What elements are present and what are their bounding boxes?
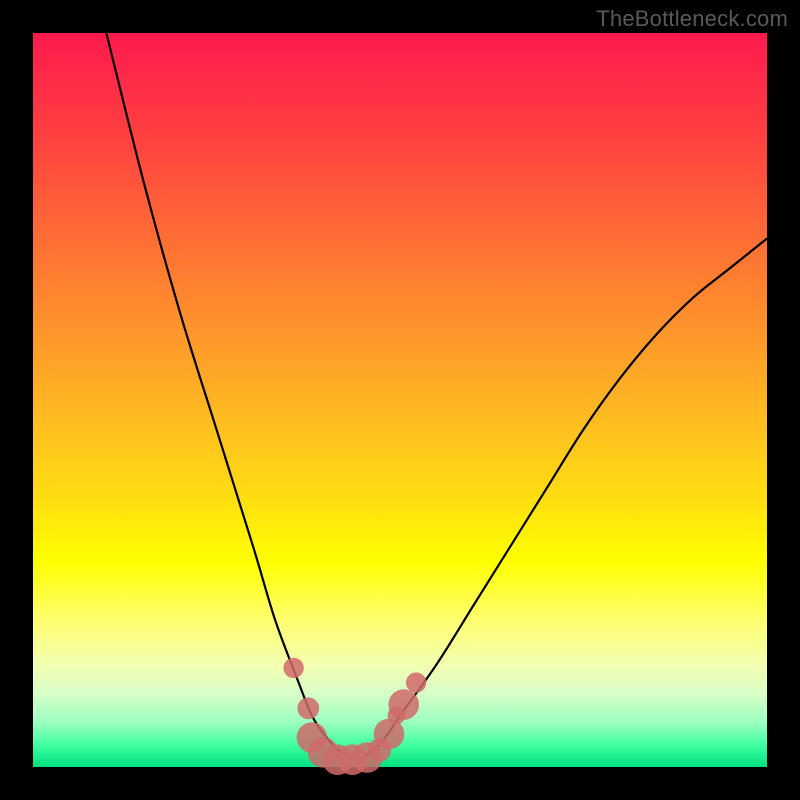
chart-svg	[33, 33, 767, 767]
data-dot	[283, 658, 303, 678]
chart-plot-area	[33, 33, 767, 767]
curve-line	[106, 33, 767, 760]
data-dot	[388, 689, 419, 720]
watermark-text: TheBottleneck.com	[596, 6, 788, 32]
chart-frame: TheBottleneck.com	[0, 0, 800, 800]
data-dot	[297, 697, 319, 719]
data-dot	[406, 672, 426, 692]
dots-group	[283, 658, 426, 775]
